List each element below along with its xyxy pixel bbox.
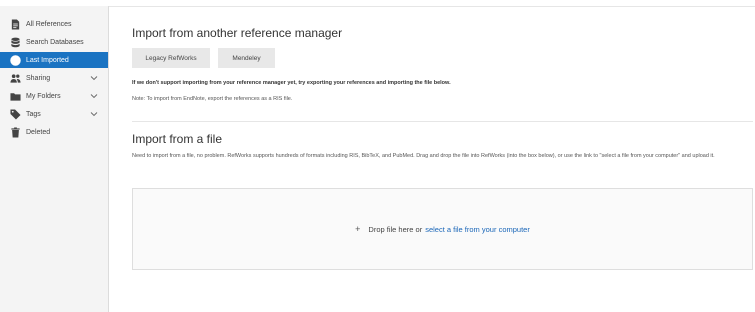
users-icon (10, 73, 21, 84)
sidebar-item-label: Search Databases (26, 38, 84, 46)
drop-instructions: Drop file here or (368, 224, 423, 234)
sidebar-item-sharing[interactable]: Sharing (0, 70, 108, 86)
mendeley-button[interactable]: Mendeley (218, 48, 275, 68)
sidebar-item-label: Tags (26, 110, 41, 118)
section-title-import-manager: Import from another reference manager (132, 26, 343, 40)
tag-icon (10, 108, 21, 120)
trash-icon (10, 126, 21, 138)
clock-icon (10, 54, 21, 66)
chevron-down-icon[interactable] (90, 74, 98, 82)
sidebar-item-label: Sharing (26, 74, 51, 82)
plus-icon: + (355, 224, 361, 234)
document-icon (10, 18, 21, 30)
import-hint: If we don't support importing from your … (132, 80, 451, 86)
sidebar-item-label: Last Imported (26, 56, 69, 64)
sidebar-item-tags[interactable]: Tags (0, 106, 108, 122)
select-file-link[interactable]: select a file from your computer (425, 225, 530, 234)
database-icon (10, 37, 21, 48)
sidebar-item-label: All References (26, 20, 72, 28)
chevron-down-icon[interactable] (90, 110, 98, 118)
folder-icon (10, 91, 21, 102)
divider (132, 121, 753, 122)
sidebar: All References Search Databases Last Imp… (0, 6, 109, 312)
chevron-down-icon[interactable] (90, 92, 98, 100)
file-drop-zone[interactable]: + Drop file here or select a file from y… (132, 188, 753, 270)
sidebar-item-deleted[interactable]: Deleted (0, 124, 108, 140)
top-bar (0, 0, 755, 7)
sidebar-item-label: Deleted (26, 128, 51, 136)
import-file-description: Need to import from a file, no problem. … (132, 153, 715, 159)
section-title-import-file: Import from a file (132, 132, 223, 146)
sidebar-item-label: My Folders (26, 92, 61, 100)
sidebar-item-all-references[interactable]: All References (0, 16, 108, 32)
sidebar-item-last-imported[interactable]: Last Imported (0, 52, 108, 68)
legacy-refworks-button[interactable]: Legacy RefWorks (132, 48, 210, 68)
endnote-note: Note: To import from EndNote, export the… (132, 96, 293, 102)
sidebar-item-search-databases[interactable]: Search Databases (0, 34, 108, 50)
sidebar-item-my-folders[interactable]: My Folders (0, 88, 108, 104)
